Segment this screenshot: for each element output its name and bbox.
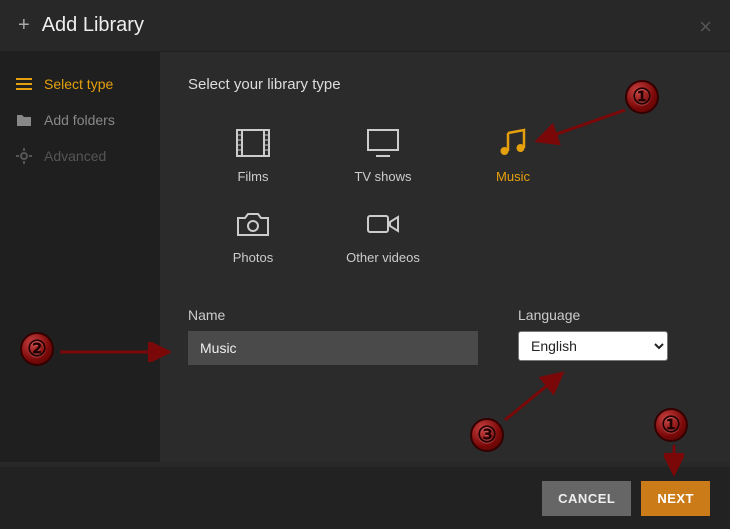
type-other-videos[interactable]: Other videos xyxy=(318,196,448,277)
language-select[interactable]: English xyxy=(518,331,668,361)
video-icon xyxy=(318,206,448,242)
language-field: Language English xyxy=(518,307,668,365)
sidebar-item-label: Select type xyxy=(44,76,113,92)
next-button[interactable]: NEXT xyxy=(641,481,710,516)
folder-icon xyxy=(16,113,34,127)
type-tv-shows[interactable]: TV shows xyxy=(318,115,448,196)
main-panel: Select your library type Films TV shows xyxy=(160,52,730,462)
tv-icon xyxy=(318,125,448,161)
close-icon[interactable]: × xyxy=(699,14,712,40)
sidebar-item-select-type[interactable]: Select type xyxy=(0,66,160,102)
type-label: Other videos xyxy=(318,250,448,265)
list-icon xyxy=(16,77,34,91)
dialog-title: Add Library xyxy=(42,14,144,37)
sidebar: Select type Add folders Advanced xyxy=(0,52,160,462)
dialog-footer: CANCEL NEXT xyxy=(0,467,730,529)
music-icon xyxy=(448,125,578,161)
gear-icon xyxy=(16,148,34,164)
dialog-body: Select type Add folders Advanced Select … xyxy=(0,52,730,462)
sidebar-item-label: Advanced xyxy=(44,148,106,164)
type-label: Photos xyxy=(188,250,318,265)
dialog-header: + Add Library × xyxy=(0,0,730,52)
type-music[interactable]: Music xyxy=(448,115,578,196)
type-grid: Films TV shows Music xyxy=(188,115,702,277)
camera-icon xyxy=(188,206,318,242)
film-icon xyxy=(188,125,318,161)
name-label: Name xyxy=(188,307,478,323)
plus-icon: + xyxy=(18,14,30,37)
name-field: Name xyxy=(188,307,478,365)
type-label: Music xyxy=(448,169,578,184)
type-label: TV shows xyxy=(318,169,448,184)
type-label: Films xyxy=(188,169,318,184)
cancel-button[interactable]: CANCEL xyxy=(542,481,631,516)
form-row: Name Language English xyxy=(188,307,702,365)
add-library-dialog: + Add Library × Select type Add folders xyxy=(0,0,730,529)
type-films[interactable]: Films xyxy=(188,115,318,196)
name-input[interactable] xyxy=(188,331,478,365)
sidebar-item-advanced[interactable]: Advanced xyxy=(0,138,160,174)
panel-heading: Select your library type xyxy=(188,76,702,93)
sidebar-item-add-folders[interactable]: Add folders xyxy=(0,102,160,138)
sidebar-item-label: Add folders xyxy=(44,112,115,128)
language-label: Language xyxy=(518,307,668,323)
type-photos[interactable]: Photos xyxy=(188,196,318,277)
